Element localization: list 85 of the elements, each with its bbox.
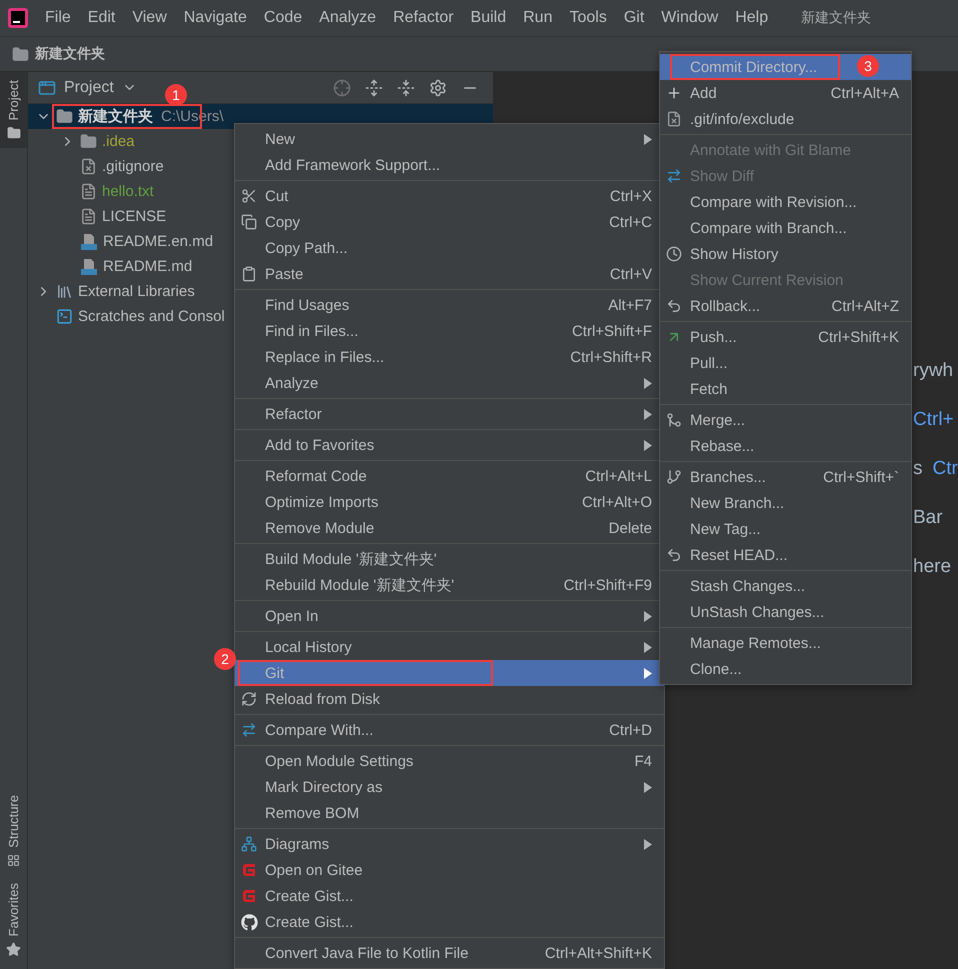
tree-label: .gitignore — [102, 159, 164, 174]
menu-item-label: .git/info/exclude — [690, 110, 794, 128]
shortcut-text: Ctrl+Shift+K — [818, 328, 899, 346]
window-title: 新建文件夹 — [801, 9, 872, 27]
shortcut-text: Delete — [608, 520, 652, 536]
menu-item-label: Stash Changes... — [690, 578, 806, 594]
menu-item-label: Mark Directory as — [265, 778, 383, 796]
menu-item-label: Local History — [265, 638, 352, 656]
menu-item-label: New Tag... — [690, 520, 761, 538]
menu-item-label: Rebuild Module '新建文件夹' — [265, 576, 454, 594]
menu-item-label: Remove BOM — [265, 804, 360, 822]
menu-item-label: Convert Java File to Kotlin File — [265, 944, 468, 962]
step-badge: 2 — [214, 648, 236, 670]
tree-label: README.md — [103, 259, 192, 274]
menu-item-label: Add to Favorites — [265, 436, 374, 454]
menu-item-label: Clone... — [690, 660, 742, 678]
menu-item-label: Rollback... — [690, 298, 760, 314]
hint-text: here — [913, 556, 952, 578]
step-badge: 1 — [165, 84, 187, 106]
menu-item-label: Reset HEAD... — [690, 546, 788, 564]
menu-item-label: Diagrams — [265, 836, 330, 852]
tree-label: .idea — [102, 134, 135, 149]
shortcut-text: Ctrl+Shift+F9 — [564, 576, 652, 594]
menu-item-label: Rebase... — [690, 438, 754, 454]
shortcut-text: Ctrl+Shift+F — [572, 322, 652, 340]
menu-item-label: Push... — [690, 328, 737, 346]
menu-item-label: Build Module '新建文件夹' — [265, 550, 437, 568]
menu-item-label: Refactor — [265, 406, 322, 422]
shortcut-text: Ctrl+Alt+O — [582, 494, 652, 510]
shortcut-text: Ctrl+Shift+` — [823, 468, 899, 486]
menu-item-label: Copy — [265, 214, 300, 230]
shortcut-text: Ctrl+Shift+R — [570, 348, 652, 366]
shortcut-text: F4 — [634, 752, 652, 770]
menu-item-label: Create Gist... — [265, 888, 354, 904]
menu-item-label: Fetch — [690, 380, 728, 398]
menu-item-label: Find in Files... — [265, 322, 358, 340]
menu-item-label: Optimize Imports — [265, 494, 378, 510]
hint-text: rywh — [913, 360, 954, 382]
tree-label: 新建文件夹 — [78, 109, 153, 124]
menu-item-label: Reload from Disk — [265, 690, 380, 708]
shortcut-text: Ctrl+X — [610, 188, 652, 204]
tree-label: hello.txt — [102, 184, 154, 199]
shortcut-hint: Ctr — [932, 458, 958, 480]
menu-item-label: New — [265, 130, 296, 148]
shortcut-text: Ctrl+Alt+Shift+K — [544, 944, 652, 962]
menu-item-label: Remove Module — [265, 520, 374, 536]
menu-item-label: Reformat Code — [265, 468, 367, 484]
shortcut-text: Ctrl+D — [609, 722, 652, 738]
tree-label: LICENSE — [102, 209, 166, 224]
menu-item-label: Cut — [265, 188, 288, 204]
menu-item-label: Replace in Files... — [265, 348, 384, 366]
menu-item-label: Commit Directory... — [690, 58, 818, 76]
menu-item-label: UnStash Changes... — [690, 604, 824, 620]
shortcut-text: Ctrl+V — [610, 266, 652, 282]
menu-item-label: Compare with Branch... — [690, 220, 847, 236]
menu-item-label: Create Gist... — [265, 914, 354, 930]
menu-item-label: Copy Path... — [265, 240, 348, 256]
menu-item-label: Compare with Revision... — [690, 194, 857, 210]
menu-item-label: Analyze — [265, 374, 318, 392]
tree-label: Scratches and Consol — [78, 309, 225, 324]
tree-label: README.en.md — [103, 234, 214, 249]
menu-item-label: Open on Gitee — [265, 862, 363, 878]
menu-item-label: Git — [265, 664, 284, 682]
shortcut-hint: Ctrl+ — [913, 408, 954, 430]
menu-item-label: Manage Remotes... — [690, 634, 821, 652]
menu-item-label: Find Usages — [265, 296, 350, 314]
shortcut-text: Ctrl+C — [609, 214, 652, 230]
menu-item-label: Paste — [265, 266, 304, 282]
menu-item-label: Add — [690, 84, 717, 102]
menu-item-label: Add Framework Support... — [265, 156, 440, 174]
menu-item-label: Pull... — [690, 354, 728, 372]
shortcut-text: Ctrl+Alt+Z — [831, 298, 899, 314]
menu-item-label: Merge... — [690, 412, 746, 428]
menu-item-label: Show History — [690, 246, 778, 262]
menu-item-label: Compare With... — [265, 722, 374, 738]
hint-text: s — [913, 458, 922, 480]
menu-item-label: Branches... — [690, 468, 766, 486]
shortcut-text: Ctrl+Alt+L — [585, 468, 652, 484]
shortcut-text: Alt+F7 — [608, 296, 652, 314]
hint-text: Bar — [913, 506, 943, 528]
menu-item-label: New Branch... — [690, 494, 784, 512]
tree-label: External Libraries — [78, 284, 195, 299]
menu-item-label: Open In — [265, 608, 318, 624]
shortcut-text: Ctrl+Alt+A — [830, 84, 899, 102]
menu-item-label: Open Module Settings — [265, 752, 414, 770]
